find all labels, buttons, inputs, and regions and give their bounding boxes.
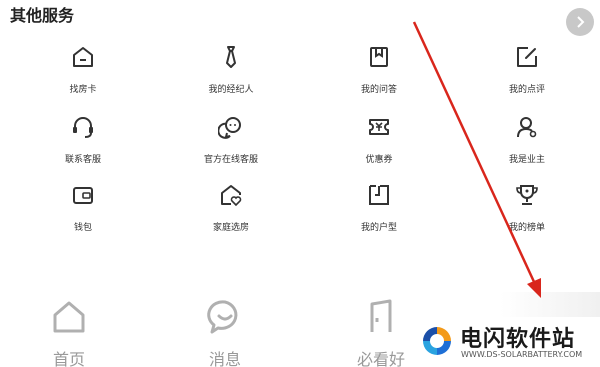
service-label: 我的点评 xyxy=(508,85,545,95)
edit-review-icon xyxy=(512,42,542,72)
family-house-heart-icon xyxy=(216,180,246,210)
services-grid: 找房卡 我的经纪人 我的问答 我的点评 联系客服 官方在线客服 优惠券 我是业主… xyxy=(0,36,600,246)
tie-agent-icon xyxy=(216,42,246,72)
more-chevron-button[interactable] xyxy=(566,8,594,36)
service-label: 钱包 xyxy=(73,223,92,233)
service-label: 找房卡 xyxy=(69,85,97,95)
service-label: 我的榜单 xyxy=(508,223,545,233)
tab-home[interactable]: 首页 xyxy=(24,298,114,367)
service-my-qa[interactable]: 我的问答 xyxy=(324,42,434,95)
section-title: 其他服务 xyxy=(10,6,75,25)
door-icon xyxy=(362,298,400,340)
service-label: 家庭选房 xyxy=(212,223,249,233)
service-label: 我的问答 xyxy=(360,85,397,95)
service-house-card[interactable]: 找房卡 xyxy=(28,42,138,95)
owner-person-icon xyxy=(512,112,542,142)
service-wallet[interactable]: 钱包 xyxy=(28,180,138,233)
tab-label: 首页 xyxy=(52,350,85,367)
service-label: 我是业主 xyxy=(508,155,545,165)
headset-icon xyxy=(68,112,98,142)
service-label: 我的户型 xyxy=(360,223,397,233)
service-coupon[interactable]: 优惠券 xyxy=(324,112,434,165)
service-owner[interactable]: 我是业主 xyxy=(472,112,582,165)
floorplan-icon xyxy=(364,180,394,210)
service-label: 联系客服 xyxy=(64,155,101,165)
watermark-logo: 电闪软件站 WWW.DS-SOLARBATTERY.COM xyxy=(412,317,600,367)
service-label: 官方在线客服 xyxy=(203,155,258,165)
watermark-subtitle: WWW.DS-SOLARBATTERY.COM xyxy=(461,350,583,359)
tab-messages[interactable]: 消息 xyxy=(180,298,270,367)
message-icon xyxy=(206,298,244,340)
service-label: 优惠券 xyxy=(365,155,393,165)
service-floorplan[interactable]: 我的户型 xyxy=(324,180,434,233)
tab-label: 消息 xyxy=(208,350,241,367)
watermark-title: 电闪软件站 xyxy=(460,327,576,352)
wallet-icon xyxy=(68,180,98,210)
service-my-list[interactable]: 我的榜单 xyxy=(472,180,582,233)
home-icon xyxy=(50,298,88,340)
service-my-agent[interactable]: 我的经纪人 xyxy=(176,42,286,95)
coupon-icon xyxy=(364,112,394,142)
service-label: 我的经纪人 xyxy=(208,85,254,95)
service-family-house[interactable]: 家庭选房 xyxy=(176,180,286,233)
service-online-support[interactable]: 官方在线客服 xyxy=(176,112,286,165)
service-my-review[interactable]: 我的点评 xyxy=(472,42,582,95)
chat-bubbles-icon xyxy=(216,112,246,142)
bookmark-qa-icon xyxy=(364,42,394,72)
trophy-icon xyxy=(512,180,542,210)
house-card-icon xyxy=(68,42,98,72)
tab-label: 必看好 xyxy=(356,350,405,367)
chevron-right-icon xyxy=(577,16,585,28)
service-contact-support[interactable]: 联系客服 xyxy=(28,112,138,165)
watermark-logo-icon xyxy=(423,327,451,355)
